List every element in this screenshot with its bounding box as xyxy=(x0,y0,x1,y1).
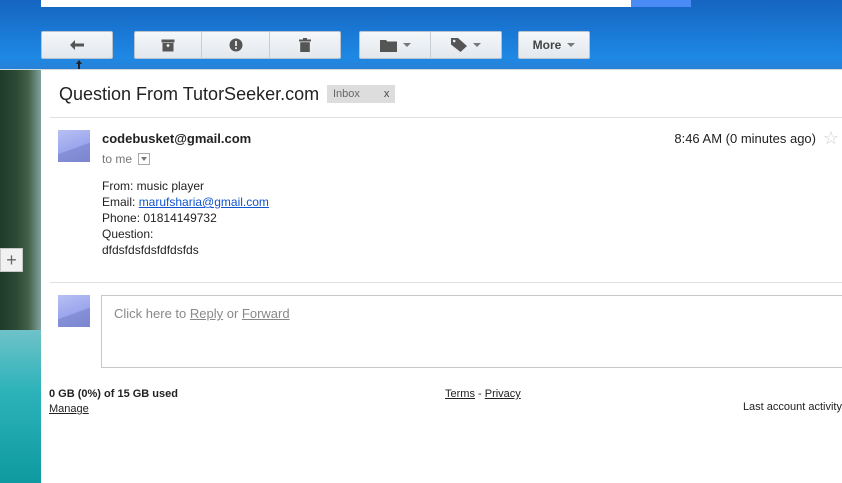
body-email-link[interactable]: marufsharia@gmail.com xyxy=(139,195,269,209)
terms-link[interactable]: Terms xyxy=(445,388,475,400)
reply-prompt-prefix: Click here to xyxy=(114,306,190,321)
show-details-button[interactable] xyxy=(138,153,151,165)
sender-name[interactable]: codebusket@gmail.com xyxy=(102,131,251,146)
body-email-prefix: Email: xyxy=(102,195,139,209)
move-to-button[interactable] xyxy=(359,31,431,59)
action-button-group xyxy=(134,31,341,59)
star-icon[interactable]: ☆ xyxy=(823,128,839,149)
inbox-label-chip[interactable]: Inbox x xyxy=(327,85,396,103)
trash-icon xyxy=(299,38,311,52)
labels-button[interactable] xyxy=(430,31,502,59)
email-body: From: music player Email: marufsharia@gm… xyxy=(102,178,269,258)
archive-button[interactable] xyxy=(134,31,202,59)
background-water xyxy=(0,330,41,483)
chevron-down-icon xyxy=(567,43,576,47)
message-view: Question From TutorSeeker.com Inbox x co… xyxy=(41,70,842,483)
body-question-label: Question: xyxy=(102,227,154,241)
reply-prompt: Click here to Reply or Forward xyxy=(114,306,290,321)
chevron-down-icon xyxy=(402,43,411,47)
user-avatar xyxy=(58,295,90,327)
message-divider xyxy=(50,282,842,283)
subject-divider xyxy=(50,117,842,118)
recipient-line: to me xyxy=(102,152,151,166)
add-panel-button[interactable]: + xyxy=(0,248,23,272)
chevron-down-icon xyxy=(141,157,148,161)
footer-separator: - xyxy=(474,388,485,400)
back-arrow-icon xyxy=(70,40,84,50)
search-button[interactable] xyxy=(631,0,691,7)
manage-link-text: Manage xyxy=(49,403,89,415)
background-tree xyxy=(0,70,41,330)
search-input[interactable] xyxy=(41,0,631,7)
folder-icon xyxy=(379,39,397,52)
report-spam-icon xyxy=(229,38,242,52)
plus-icon: + xyxy=(6,249,17,270)
remove-label-button[interactable]: x xyxy=(384,88,390,100)
forward-link[interactable]: Forward xyxy=(242,306,290,321)
back-button[interactable] xyxy=(41,31,113,59)
reply-prompt-middle: or xyxy=(223,306,242,321)
report-spam-button[interactable] xyxy=(201,31,270,59)
reply-box[interactable]: Click here to Reply or Forward xyxy=(101,295,842,368)
footer-links: Terms - Privacy xyxy=(445,388,521,400)
delete-button[interactable] xyxy=(269,31,341,59)
label-tag-icon xyxy=(451,38,467,52)
archive-icon xyxy=(161,39,175,51)
body-question-text: dfdsfdsfdsfdfdsfds xyxy=(102,243,199,257)
more-button[interactable]: More xyxy=(518,31,590,59)
recipient-text: to me xyxy=(102,152,133,166)
move-label-group xyxy=(359,31,502,59)
body-email-line: Email: marufsharia@gmail.com xyxy=(102,194,269,210)
email-subject: Question From TutorSeeker.com xyxy=(59,84,320,104)
body-phone-line: Phone: 01814149732 xyxy=(102,211,217,225)
body-from-line: From: music player xyxy=(102,179,205,193)
chevron-down-icon xyxy=(473,43,481,47)
manage-storage-link[interactable]: Manage xyxy=(49,403,89,415)
more-button-label: More xyxy=(532,38,562,52)
reply-link[interactable]: Reply xyxy=(190,306,223,321)
sender-avatar[interactable] xyxy=(58,130,90,162)
label-text: Inbox xyxy=(333,88,360,100)
email-timestamp: 8:46 AM (0 minutes ago) xyxy=(674,131,816,146)
storage-usage: 0 GB (0%) of 15 GB used xyxy=(49,388,178,400)
privacy-link[interactable]: Privacy xyxy=(485,388,521,400)
last-account-activity: Last account activity xyxy=(742,401,842,413)
